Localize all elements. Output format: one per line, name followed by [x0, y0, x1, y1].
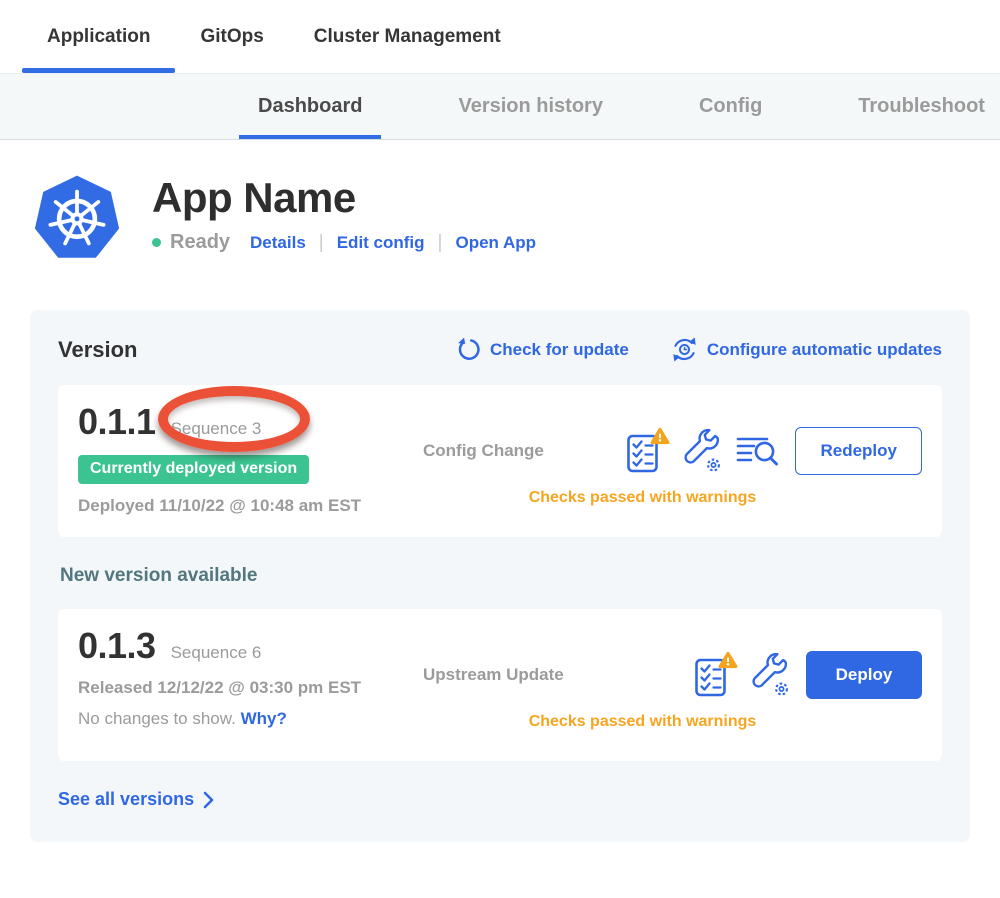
divider: |: [319, 232, 324, 254]
app-status: Ready: [170, 231, 230, 254]
deployed-source-label: Config Change: [423, 441, 544, 461]
see-all-versions-link[interactable]: See all versions: [58, 789, 214, 810]
view-files-search-icon[interactable]: [736, 435, 780, 467]
edit-config-link[interactable]: Edit config: [337, 233, 425, 253]
status-ready-dot: [152, 238, 161, 247]
available-version-number: 0.1.3: [78, 625, 156, 666]
chevron-right-icon: [203, 791, 214, 809]
config-wrench-icon[interactable]: [683, 428, 723, 474]
check-for-update-link[interactable]: Check for update: [456, 337, 629, 362]
deployed-timestamp: Deployed 11/10/22 @ 10:48 am EST: [78, 496, 423, 516]
deployed-checks-status: Checks passed with warnings: [423, 489, 922, 507]
tab-cluster-management[interactable]: Cluster Management: [289, 0, 526, 73]
version-card-title: Version: [58, 337, 456, 363]
app-name: App Name: [152, 176, 536, 220]
app-header: App Name Ready Details | Edit config | O…: [0, 140, 1000, 264]
available-checks-status: Checks passed with warnings: [423, 713, 922, 731]
version-card: Version Check for update: [30, 310, 970, 842]
auto-update-clock-icon: [671, 336, 698, 363]
tab-troubleshoot[interactable]: Troubleshoot: [839, 74, 1000, 139]
currently-deployed-badge: Currently deployed version: [78, 455, 309, 484]
redeploy-button[interactable]: Redeploy: [795, 427, 922, 475]
released-timestamp: Released 12/12/22 @ 03:30 pm EST: [78, 678, 423, 698]
deploy-button[interactable]: Deploy: [806, 651, 922, 699]
deployed-sequence-label: Sequence 3: [171, 419, 262, 439]
why-link[interactable]: Why?: [241, 709, 287, 728]
divider: |: [438, 232, 443, 254]
available-version-row: 0.1.3 Sequence 6 Released 12/12/22 @ 03:…: [58, 609, 942, 761]
kubernetes-logo-icon: [30, 170, 124, 264]
primary-nav: Application GitOps Cluster Management: [0, 0, 1000, 73]
deployed-version-number: 0.1.1: [78, 401, 156, 442]
tab-dashboard[interactable]: Dashboard: [239, 74, 381, 139]
preflight-checks-warning-icon[interactable]: [626, 427, 670, 475]
tab-gitops[interactable]: GitOps: [175, 0, 288, 73]
details-link[interactable]: Details: [250, 233, 306, 253]
refresh-icon: [456, 337, 481, 362]
new-version-heading: New version available: [60, 565, 942, 587]
no-changes-text: No changes to show.: [78, 709, 236, 728]
secondary-nav: Dashboard Version history Config Trouble…: [0, 73, 1000, 140]
available-source-label: Upstream Update: [423, 665, 564, 685]
tab-config[interactable]: Config: [680, 74, 781, 139]
tab-application[interactable]: Application: [22, 0, 175, 73]
available-sequence-label: Sequence 6: [171, 643, 262, 663]
configure-automatic-updates-link[interactable]: Configure automatic updates: [671, 336, 942, 363]
open-app-link[interactable]: Open App: [455, 233, 536, 253]
config-wrench-icon[interactable]: [751, 652, 791, 698]
tab-version-history[interactable]: Version history: [439, 74, 622, 139]
preflight-checks-warning-icon[interactable]: [694, 651, 738, 699]
deployed-version-row: 0.1.1 Sequence 3 Currently deployed vers…: [58, 385, 942, 537]
